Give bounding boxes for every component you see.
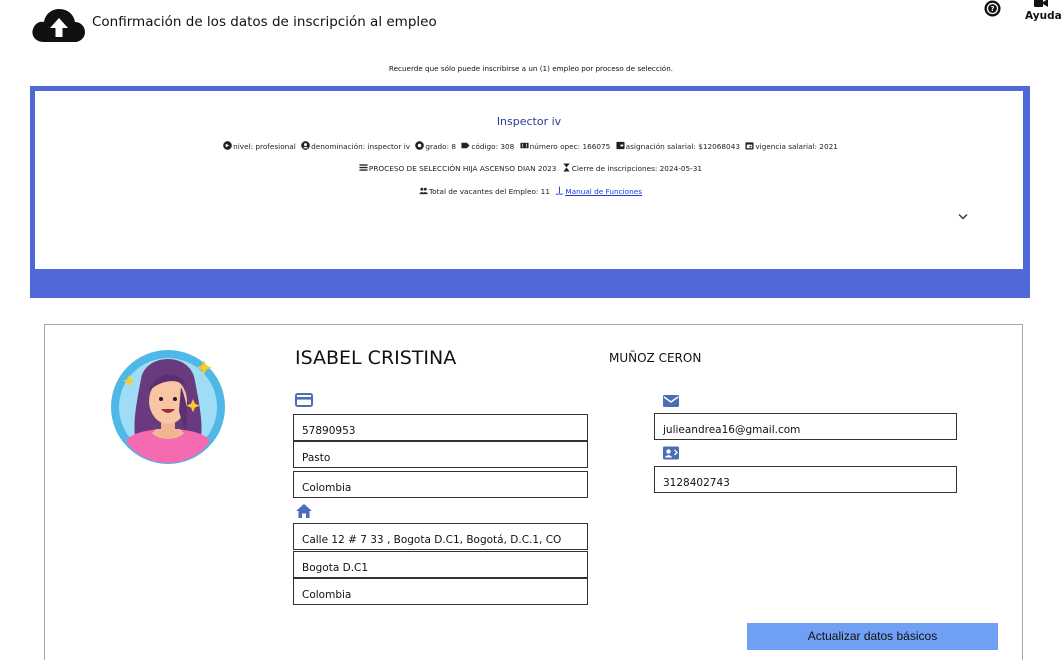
calendar-icon bbox=[745, 142, 754, 150]
user-avatar bbox=[111, 350, 225, 464]
home-icon bbox=[296, 504, 312, 518]
address-field: Calle 12 # 7 33 , Bogota D.C1, Bogotá, D… bbox=[293, 523, 588, 550]
job-code: código: 308 bbox=[471, 142, 515, 151]
document-city-field: Pasto bbox=[293, 441, 588, 468]
update-basic-data-button[interactable]: Actualizar datos básicos bbox=[747, 623, 998, 650]
credit-card-icon bbox=[295, 393, 313, 407]
last-name: MUÑOZ CERON bbox=[609, 351, 702, 365]
contact-card-icon bbox=[663, 446, 679, 460]
enrollment-notice: Recuerde que sólo puede inscribirse a un… bbox=[388, 64, 674, 73]
help-circle-icon[interactable]: ? bbox=[984, 0, 1001, 17]
job-info-panel: Inspector iv nivel: profesional denomina… bbox=[30, 86, 1030, 298]
address-city-field: Bogota D.C1 bbox=[293, 551, 588, 578]
grade-icon bbox=[415, 141, 425, 150]
video-icon[interactable] bbox=[1034, 0, 1048, 8]
user-circle-icon bbox=[301, 141, 310, 150]
first-name: ISABEL CRISTINA bbox=[295, 347, 457, 369]
job-title: Inspector iv bbox=[496, 115, 562, 128]
hourglass-icon bbox=[563, 163, 570, 172]
tag-icon bbox=[461, 142, 470, 149]
email-field: julieandrea16@gmail.com bbox=[654, 413, 957, 440]
job-denomination: denominación: inspector iv bbox=[311, 142, 411, 151]
svg-text:?: ? bbox=[991, 5, 995, 13]
list-icon bbox=[359, 164, 368, 171]
document-country-field: Colombia bbox=[293, 471, 588, 498]
job-level: nivel: profesional bbox=[233, 142, 296, 151]
users-icon bbox=[419, 187, 428, 195]
document-number-field: 57890953 bbox=[293, 414, 588, 441]
chevron-down-icon[interactable] bbox=[958, 213, 968, 220]
mail-icon bbox=[663, 395, 679, 407]
job-grade: grado: 8 bbox=[425, 142, 457, 151]
page-header: Confirmación de los datos de inscripción… bbox=[0, 0, 1062, 44]
download-icon[interactable] bbox=[555, 186, 564, 195]
job-salary: asignación salarial: $12068043 bbox=[625, 142, 740, 151]
job-salary-validity: vigencia salarial: 2021 bbox=[755, 142, 838, 151]
job-opec-number: número opec: 166075 bbox=[529, 142, 611, 151]
page-title: Confirmación de los datos de inscripción… bbox=[92, 14, 437, 30]
phone-field: 3128402743 bbox=[654, 466, 957, 493]
total-vacancies: Total de vacantes del Empleo: 11 bbox=[428, 187, 550, 196]
cloud-upload-icon bbox=[32, 9, 85, 42]
address-country-field: Colombia bbox=[293, 578, 588, 605]
help-link[interactable]: Ayudas bbox=[1025, 10, 1062, 22]
wallet-icon bbox=[616, 141, 625, 150]
manual-functions-link[interactable]: Manual de Funciones bbox=[565, 187, 642, 196]
job-process-row: PROCESO DE SELECCIÓN HIJA ASCENSO DIAN 2… bbox=[35, 163, 1023, 173]
level-icon bbox=[223, 141, 232, 150]
job-vacancies-row: Total de vacantes del Empleo: 11 Manual … bbox=[35, 186, 1023, 196]
job-info-card: Inspector iv nivel: profesional denomina… bbox=[35, 91, 1023, 269]
ticket-icon bbox=[520, 142, 529, 149]
job-attributes-row: nivel: profesional denominación: inspect… bbox=[35, 141, 1023, 151]
enrollment-deadline: Cierre de inscripciones: 2024-05-31 bbox=[571, 164, 703, 173]
selection-process: PROCESO DE SELECCIÓN HIJA ASCENSO DIAN 2… bbox=[368, 164, 557, 173]
profile-card: ISABEL CRISTINA MUÑOZ CERON 57890953 Pas… bbox=[44, 324, 1023, 660]
